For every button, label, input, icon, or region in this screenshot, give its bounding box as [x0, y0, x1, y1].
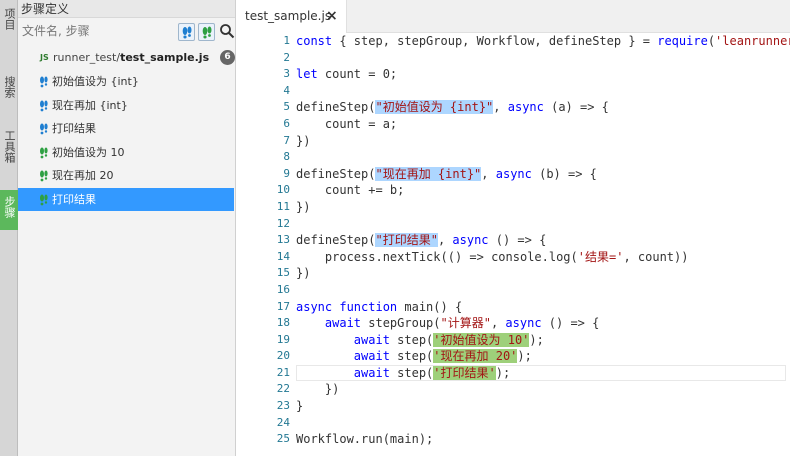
step-item[interactable]: 初始值设为 {int} — [18, 70, 234, 94]
code-line: 22 }) — [276, 382, 340, 397]
code-line: 24 — [276, 415, 290, 429]
footprint-blue-icon — [40, 123, 48, 135]
step-item[interactable]: 现在再加 20 — [18, 164, 234, 188]
code-line: 10 count += b; — [276, 183, 405, 198]
search-icon[interactable] — [219, 23, 235, 39]
show-definitions-button[interactable] — [178, 23, 195, 41]
file-node[interactable]: JS runner_test/test_sample.js 6 — [18, 46, 235, 70]
tab-test-sample[interactable]: test_sample.js × — [237, 0, 347, 33]
step-label: 现在再加 20 — [52, 169, 114, 182]
code-editor: test_sample.js × 1 const { step, stepGrou… — [237, 0, 790, 456]
step-label: 初始值设为 {int} — [52, 75, 139, 88]
activity-tab-project[interactable]: 项目 — [0, 2, 18, 50]
search-input[interactable] — [20, 21, 174, 41]
code-line: 19 await step('初始值设为 10'); — [276, 332, 544, 347]
code-line-current: 21 await step('打印结果'); — [237, 364, 790, 382]
code-line: 25 Workflow.run(main); — [276, 432, 434, 447]
code-line: 23} — [276, 399, 304, 414]
code-line: 16 — [276, 282, 290, 296]
panel-title: 步骤定义 — [18, 0, 235, 18]
step-label: 打印结果 — [52, 122, 96, 135]
activity-tab-search[interactable]: 搜索 — [0, 74, 18, 110]
code-line: 3 let count = 0; — [283, 67, 398, 82]
step-label: 初始值设为 10 — [52, 145, 125, 159]
footprint-green-icon — [40, 147, 48, 158]
show-usages-button[interactable] — [198, 23, 215, 41]
code-line: 18 await stepGroup("计算器", async () => { — [276, 316, 600, 331]
step-tree: JS runner_test/test_sample.js 6 初始值设为 {i… — [18, 46, 235, 211]
step-label: 现在再加 {int} — [52, 98, 128, 112]
footprint-blue-icon — [40, 76, 48, 88]
step-item-selected[interactable]: 打印结果 — [18, 187, 234, 211]
close-icon[interactable]: × — [326, 0, 338, 33]
code-line: 11}) — [276, 199, 311, 214]
code-line: 9 defineStep("现在再加 {int}", async (b) => { — [283, 166, 597, 181]
footprint-blue-icon — [182, 26, 192, 39]
code-line: 5 defineStep("初始值设为 {int}", async (a) => … — [283, 100, 609, 115]
code-line: 12 — [276, 216, 290, 230]
activity-bar: 项目 搜索 工具箱 步骤 — [0, 0, 18, 456]
tab-label: test_sample.js — [245, 9, 332, 23]
search-row — [18, 18, 235, 44]
code-line: 13 defineStep("打印结果", async () => { — [276, 233, 547, 248]
editor-tab-bar: test_sample.js × — [237, 0, 790, 33]
steps-panel: 步骤定义 JS runner_test/test — [18, 0, 236, 456]
footprint-blue-icon — [40, 100, 48, 111]
code-area[interactable]: 1 const { step, stepGroup, Workflow, defi… — [237, 33, 790, 448]
step-label: 打印结果 — [52, 192, 96, 206]
activity-tab-toolbox[interactable]: 工具箱 — [0, 128, 18, 176]
code-line: 8 — [283, 150, 290, 164]
code-line: 2 — [283, 50, 290, 64]
code-line: 4 — [283, 83, 290, 97]
step-item[interactable]: 初始值设为 10 — [18, 141, 234, 165]
footprint-green-icon — [40, 194, 48, 205]
code-line: 1 const { step, stepGroup, Workflow, defi… — [283, 34, 790, 48]
step-item[interactable]: 打印结果 — [18, 117, 234, 141]
js-file-icon: JS — [40, 53, 49, 62]
code-line: 6 count = a; — [283, 116, 398, 131]
code-line: 7}) — [283, 133, 311, 148]
footprint-green-icon — [202, 26, 212, 39]
code-line: 15}) — [276, 266, 311, 281]
code-line: 17 async function main() { — [276, 299, 463, 314]
footprint-green-icon — [40, 170, 48, 182]
step-count-badge: 6 — [220, 50, 235, 65]
code-line: 14 process.nextTick(() => console.log('结… — [276, 249, 689, 264]
file-name: runner_test/test_sample.js — [53, 51, 210, 64]
code-line: 20 await step('现在再加 20'); — [276, 349, 532, 364]
step-item[interactable]: 现在再加 {int} — [18, 94, 234, 118]
activity-tab-steps[interactable]: 步骤 — [0, 190, 18, 230]
